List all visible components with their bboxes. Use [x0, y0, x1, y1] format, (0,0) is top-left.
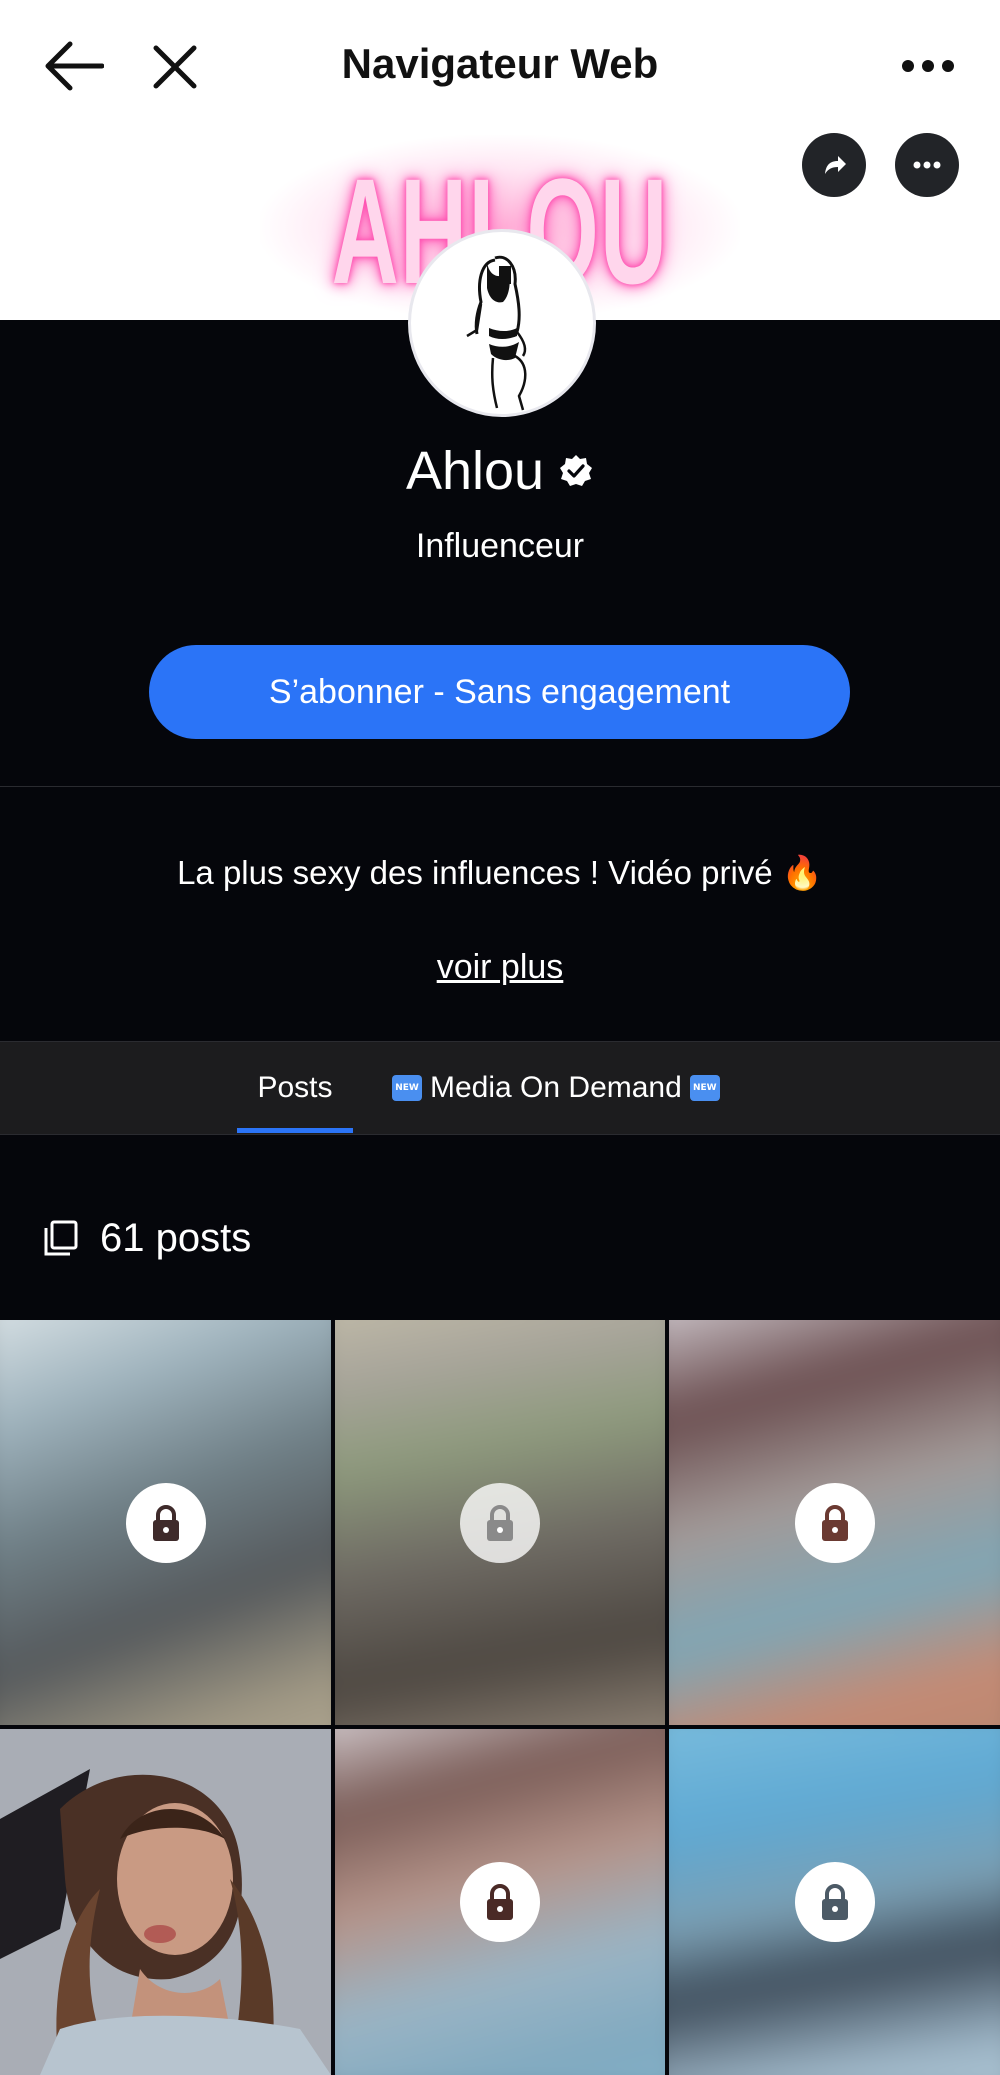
tab-media-label: Media On Demand [430, 1071, 682, 1104]
posts-stack-icon [44, 1220, 78, 1256]
profile-role: Influenceur [415, 527, 585, 565]
post-thumbnail[interactable] [335, 1729, 665, 2075]
tab-posts[interactable]: Posts [237, 1042, 353, 1134]
tab-posts-label: Posts [257, 1071, 333, 1104]
more-options-icon[interactable] [900, 56, 956, 76]
subscribe-button[interactable]: S’abonner - Sans engagement [149, 645, 850, 739]
lock-icon [821, 1884, 848, 1920]
lock-badge [460, 1482, 540, 1563]
post-thumbnail-unlocked[interactable] [0, 1729, 331, 2075]
avatar[interactable] [408, 229, 596, 417]
posts-grid [0, 1320, 1000, 2075]
avatar-illustration [466, 255, 527, 411]
post-thumbnail[interactable] [669, 1729, 1000, 2075]
lock-icon [821, 1504, 848, 1541]
content-tabs: Posts NEW Media On Demand NEW [0, 1041, 1000, 1135]
divider [0, 786, 1000, 787]
lock-icon [152, 1504, 179, 1541]
lock-icon [487, 1884, 513, 1920]
ellipsis-icon [913, 161, 941, 169]
browser-toolbar: Navigateur Web [0, 0, 1000, 135]
profile-bio: La plus sexy des influences ! Vidéo priv… [177, 854, 823, 891]
lock-badge [794, 1862, 875, 1942]
see-more-link[interactable]: voir plus [0, 948, 1000, 987]
share-button[interactable] [802, 133, 866, 197]
browser-title: Navigateur Web [341, 40, 659, 87]
profile-more-button[interactable] [895, 133, 959, 197]
post-count: 61 posts [100, 1215, 252, 1260]
tab-media-on-demand[interactable]: NEW Media On Demand NEW [392, 1042, 720, 1134]
active-tab-indicator [237, 1128, 353, 1133]
post-count-row: 61 posts [40, 1210, 251, 1266]
profile-name-row: Ahlou [0, 440, 1000, 502]
lock-badge [794, 1482, 875, 1563]
lock-badge [125, 1482, 206, 1563]
post-thumbnail[interactable] [669, 1320, 1000, 1725]
post-thumbnail[interactable] [0, 1320, 331, 1725]
new-badge-icon: NEW [689, 1075, 720, 1101]
new-badge-icon: NEW [392, 1075, 422, 1101]
profile-name: Ahlou [405, 441, 545, 501]
post-photo [0, 1729, 331, 2075]
post-thumbnail[interactable] [335, 1320, 665, 1725]
verified-badge-icon [560, 455, 593, 486]
lock-icon [487, 1504, 513, 1541]
lock-badge [460, 1862, 540, 1942]
share-icon [825, 156, 846, 174]
